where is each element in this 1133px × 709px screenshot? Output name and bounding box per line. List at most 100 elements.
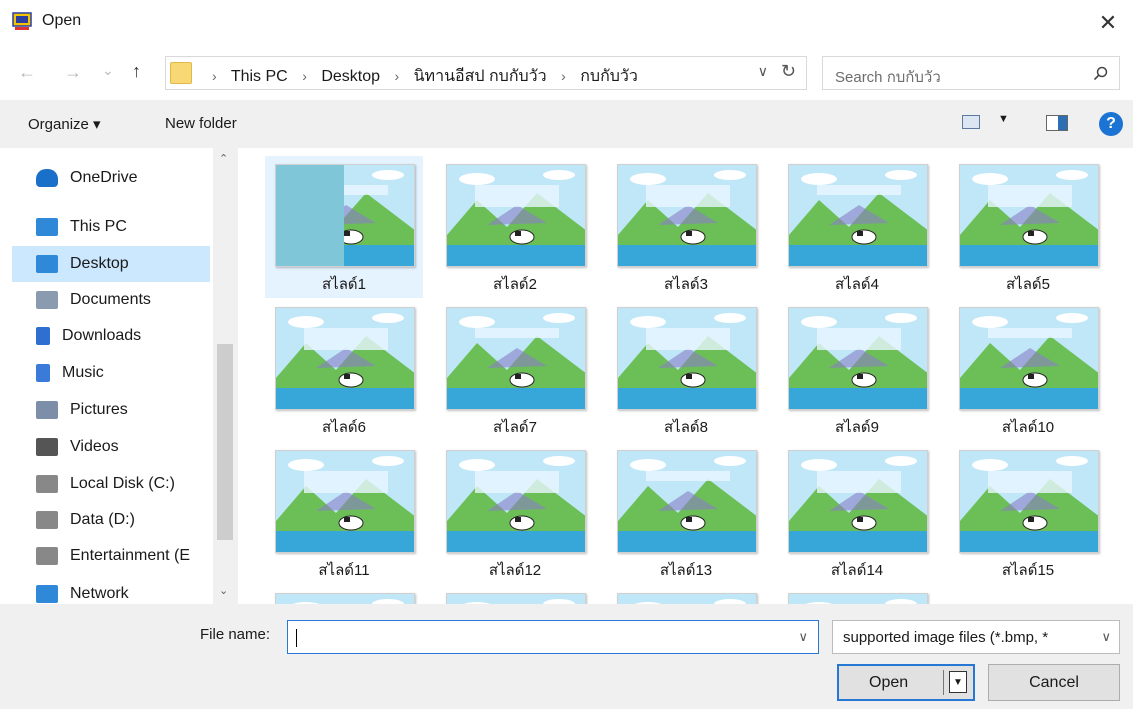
sidebar-item-downloads[interactable]: Downloads bbox=[12, 318, 212, 354]
sidebar-item-entertainment-e[interactable]: Entertainment (E bbox=[12, 538, 212, 574]
breadcrumb-parent-folder[interactable]: นิทานอีสป กบกับวัว bbox=[414, 68, 547, 85]
new-folder-button[interactable]: New folder bbox=[165, 115, 237, 132]
cancel-button[interactable]: Cancel bbox=[988, 664, 1120, 701]
slide-preview bbox=[789, 308, 927, 409]
thumbnail-image bbox=[959, 307, 1099, 410]
thumbnail-image bbox=[617, 593, 757, 604]
recent-locations-button[interactable]: ⌄ bbox=[102, 62, 114, 79]
sidebar-item-music[interactable]: Music bbox=[12, 355, 212, 391]
address-bar[interactable]: › This PC › Desktop › นิทานอีสป กบกับวัว… bbox=[165, 56, 807, 90]
sidebar-item-label: Downloads bbox=[62, 327, 142, 344]
breadcrumb-current-folder[interactable]: กบกับวัว bbox=[580, 68, 638, 85]
sidebar-item-desktop[interactable]: Desktop bbox=[12, 246, 210, 282]
close-button[interactable]: ✕ bbox=[1093, 8, 1123, 38]
slide-preview bbox=[276, 308, 414, 409]
sidebar-item-videos[interactable]: Videos bbox=[12, 429, 212, 465]
chevron-down-icon[interactable]: ∨ bbox=[1101, 629, 1111, 645]
file-tile[interactable]: สไลด์14 bbox=[778, 442, 936, 584]
sidebar-item-documents[interactable]: Documents bbox=[12, 282, 212, 318]
help-icon[interactable]: ? bbox=[1099, 112, 1123, 136]
sidebar-item-label: OneDrive bbox=[70, 169, 138, 186]
file-tile[interactable] bbox=[436, 585, 594, 604]
sidebar-scrollbar[interactable]: ⌃ ⌄ bbox=[213, 148, 238, 604]
file-name-field[interactable]: ∨ bbox=[287, 620, 819, 654]
back-button[interactable]: ← bbox=[18, 62, 36, 83]
thumbnail-image bbox=[959, 164, 1099, 267]
file-name-label: สไลด์6 bbox=[322, 419, 366, 436]
breadcrumb-separator[interactable]: › bbox=[561, 68, 566, 84]
file-name-label: สไลด์10 bbox=[1001, 419, 1055, 436]
document-icon bbox=[36, 291, 58, 309]
split-divider bbox=[943, 670, 944, 695]
file-tile[interactable]: สไลด์12 bbox=[436, 442, 594, 584]
thumbnail-image bbox=[617, 450, 757, 553]
open-dropdown-icon[interactable]: ▼ bbox=[949, 671, 967, 693]
organize-button[interactable]: Organize ▾ bbox=[28, 115, 101, 133]
file-list: สไลด์1 สไลด์2 สไลด์3 สไลด์4 สไลด์5 สไลด์6 สไลด… bbox=[238, 148, 1133, 604]
file-tile[interactable]: สไลด์5 bbox=[949, 156, 1107, 298]
slide-preview bbox=[618, 451, 756, 552]
file-name-label: สไลด์2 bbox=[493, 276, 537, 293]
file-tile[interactable]: สไลด์3 bbox=[607, 156, 765, 298]
view-dropdown-icon[interactable]: ▼ bbox=[998, 113, 1009, 125]
breadcrumb-desktop[interactable]: Desktop bbox=[321, 68, 380, 85]
file-type-select[interactable]: supported image files (*.bmp, * ∨ bbox=[832, 620, 1120, 654]
search-input[interactable]: Search กบกับวัว bbox=[835, 65, 941, 89]
search-icon[interactable] bbox=[1093, 66, 1109, 82]
slide-preview bbox=[960, 451, 1098, 552]
file-tile[interactable]: สไลด์13 bbox=[607, 442, 765, 584]
up-button[interactable]: ↑ bbox=[132, 61, 141, 82]
file-tile[interactable]: สไลด์9 bbox=[778, 299, 936, 441]
slide-preview bbox=[618, 308, 756, 409]
sidebar-item-onedrive[interactable]: OneDrive bbox=[12, 160, 212, 196]
forward-button[interactable]: → bbox=[64, 62, 82, 83]
sidebar-item-this-pc[interactable]: This PC bbox=[12, 209, 212, 245]
thumbnail-image bbox=[275, 593, 415, 604]
file-name-label: สไลด์7 bbox=[493, 419, 537, 436]
breadcrumb-separator[interactable]: › bbox=[302, 68, 307, 84]
sidebar-item-label: Music bbox=[62, 364, 104, 381]
breadcrumb-this-pc[interactable]: This PC bbox=[231, 68, 288, 85]
sidebar-item-label: Local Disk (C:) bbox=[70, 475, 175, 492]
file-tile[interactable]: สไลด์10 bbox=[949, 299, 1107, 441]
file-tile[interactable]: สไลด์1 bbox=[265, 156, 423, 298]
file-tile[interactable]: สไลด์6 bbox=[265, 299, 423, 441]
sidebar-item-data-d[interactable]: Data (D:) bbox=[12, 502, 212, 538]
slide-preview bbox=[960, 165, 1098, 266]
network-icon bbox=[36, 585, 58, 603]
sidebar-scroll-thumb[interactable] bbox=[217, 344, 233, 540]
thumbnail-image bbox=[446, 450, 586, 553]
open-button[interactable]: Open ▼ bbox=[837, 664, 975, 701]
download-icon bbox=[36, 327, 50, 345]
file-type-value: supported image files (*.bmp, * bbox=[843, 629, 1049, 646]
refresh-icon[interactable]: ↻ bbox=[781, 61, 796, 82]
sidebar-item-local-disk-c[interactable]: Local Disk (C:) bbox=[12, 466, 212, 502]
sidebar-item-network[interactable]: Network bbox=[12, 576, 212, 604]
sidebar-item-label: Videos bbox=[70, 438, 119, 455]
sidebar-item-pictures[interactable]: Pictures bbox=[12, 392, 212, 428]
sidebar-item-label: Documents bbox=[70, 291, 151, 308]
drive-d-icon bbox=[36, 511, 58, 529]
breadcrumb-separator[interactable]: › bbox=[394, 68, 399, 84]
slide-preview bbox=[789, 594, 927, 604]
thumbnail-image bbox=[788, 164, 928, 267]
file-tile[interactable]: สไลด์4 bbox=[778, 156, 936, 298]
address-dropdown-icon[interactable]: ∨ bbox=[758, 63, 768, 80]
file-tile[interactable]: สไลด์15 bbox=[949, 442, 1107, 584]
preview-pane-icon[interactable] bbox=[1046, 115, 1068, 131]
scroll-up-icon[interactable]: ⌃ bbox=[219, 152, 228, 165]
file-tile[interactable] bbox=[778, 585, 936, 604]
file-tile[interactable]: สไลด์8 bbox=[607, 299, 765, 441]
file-tile[interactable]: สไลด์11 bbox=[265, 442, 423, 584]
scroll-down-icon[interactable]: ⌄ bbox=[219, 584, 228, 597]
view-options-icon[interactable] bbox=[962, 115, 980, 129]
file-tile[interactable] bbox=[265, 585, 423, 604]
pictures-icon bbox=[36, 401, 58, 419]
search-box[interactable]: Search กบกับวัว bbox=[822, 56, 1120, 90]
file-name-label: สไลด์3 bbox=[664, 276, 708, 293]
slide-preview bbox=[447, 451, 585, 552]
file-tile[interactable]: สไลด์2 bbox=[436, 156, 594, 298]
file-tile[interactable] bbox=[607, 585, 765, 604]
chevron-down-icon[interactable]: ∨ bbox=[798, 629, 808, 645]
file-tile[interactable]: สไลด์7 bbox=[436, 299, 594, 441]
